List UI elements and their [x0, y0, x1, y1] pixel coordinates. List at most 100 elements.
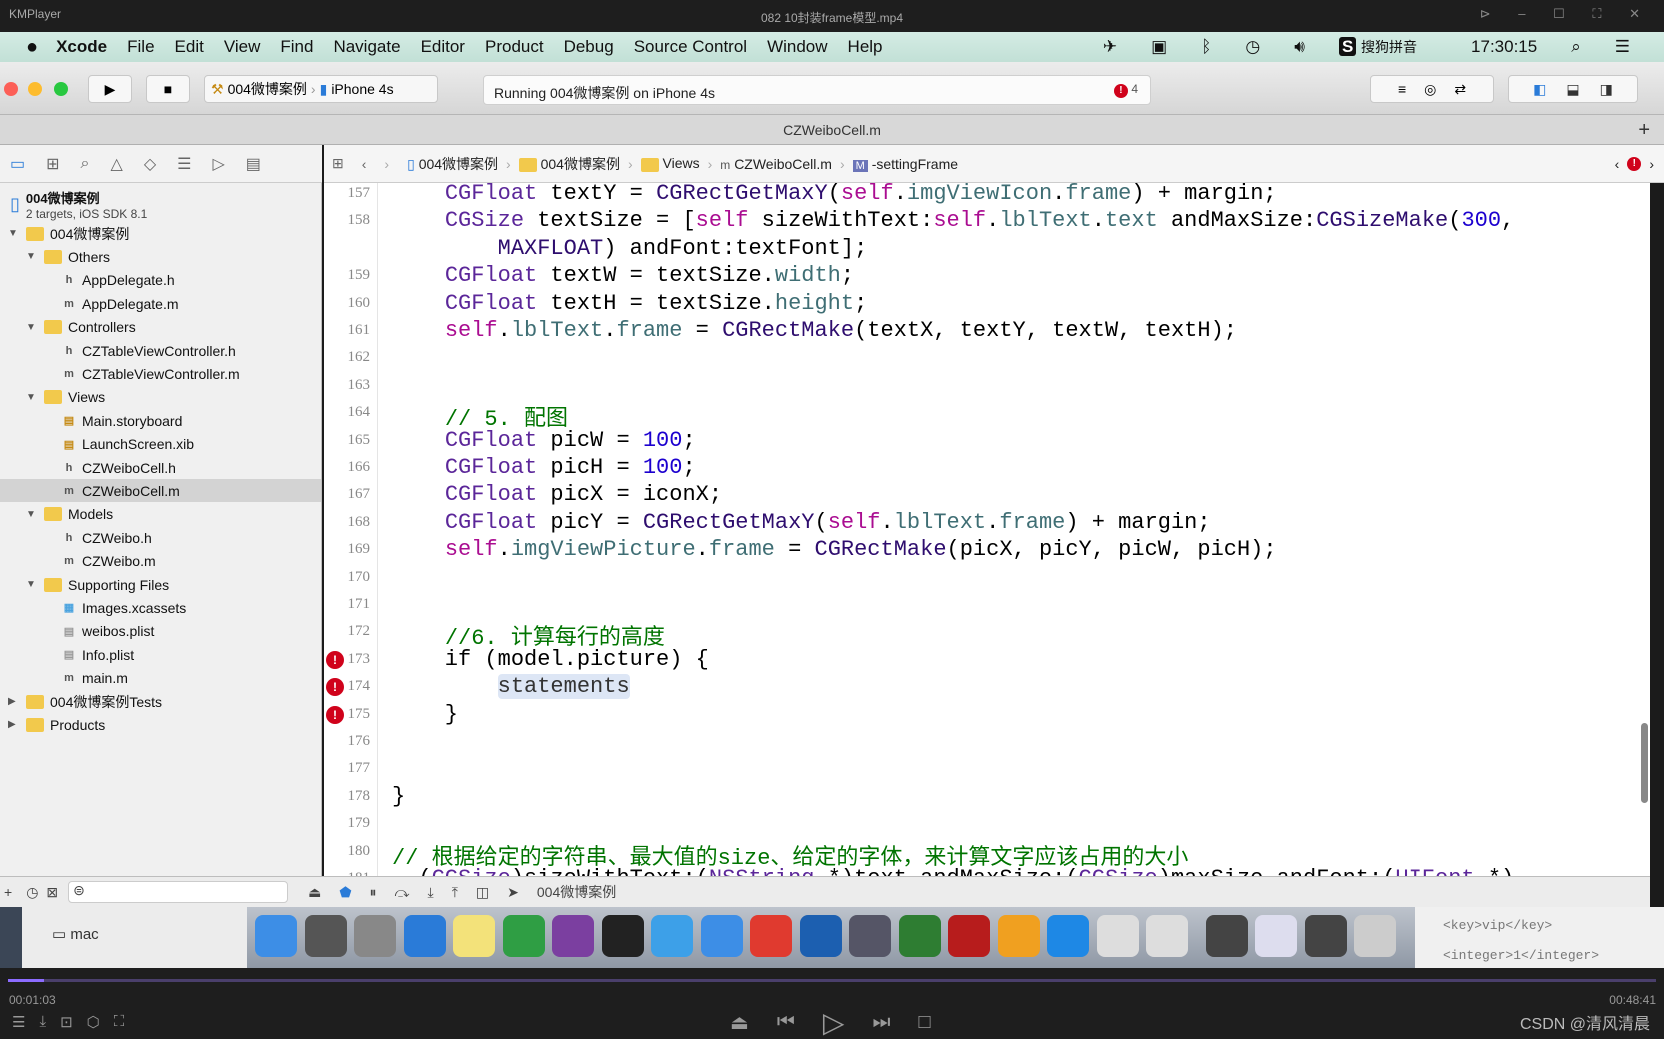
airplane-icon[interactable]: ✈ — [1103, 37, 1117, 57]
run-button[interactable]: ▶ — [88, 75, 132, 103]
monitor-a-dock-icon[interactable] — [1205, 915, 1248, 957]
simulate-location-icon[interactable]: ➤ — [507, 884, 519, 901]
code-line[interactable]: statements — [392, 674, 630, 700]
utilities-toggle-icon[interactable]: ◨ — [1600, 81, 1613, 98]
tree-item[interactable]: m AppDelegate.m — [44, 292, 178, 315]
play-icon[interactable]: ▷ — [823, 1006, 845, 1039]
disclosure-open-icon[interactable]: ▼ — [26, 579, 38, 590]
jump-group[interactable]: 004微博案例 — [518, 154, 620, 174]
preview-dock-icon[interactable] — [1255, 915, 1297, 957]
seek-bar[interactable] — [8, 979, 1656, 982]
standard-editor-icon[interactable]: ≡ — [1398, 81, 1406, 97]
tree-item[interactable]: ▼ 004微博案例 — [8, 222, 129, 245]
project-navigator-icon[interactable]: ▭ — [10, 154, 25, 174]
eject-icon[interactable]: ⏏ — [730, 1010, 749, 1035]
navigator-toggle-icon[interactable]: ◧ — [1533, 81, 1546, 98]
assistant-editor-icon[interactable]: ◎ — [1424, 81, 1436, 98]
launchpad-dock-icon[interactable] — [354, 915, 396, 957]
code-line[interactable]: self.imgViewPicture.frame = CGRectMake(p… — [392, 537, 1277, 562]
project-root[interactable]: ▯ 004微博案例 2 targets, iOS SDK 8.1 — [10, 186, 147, 222]
apple-icon[interactable]: ● — [26, 36, 38, 59]
add-tab-button[interactable]: + — [1638, 115, 1650, 145]
disclosure-closed-icon[interactable]: ▶ — [8, 719, 20, 730]
pages-dock-icon[interactable] — [997, 915, 1040, 957]
code-line[interactable]: if (model.picture) { — [392, 647, 709, 672]
stop-button[interactable]: ■ — [146, 75, 190, 103]
volume-icon[interactable]: 🔊︎ — [1294, 37, 1305, 57]
code-line[interactable]: CGFloat textH = textSize.height; — [392, 291, 867, 316]
back-button[interactable]: ‹ — [362, 156, 367, 172]
minimize-window-button[interactable] — [28, 82, 42, 96]
filter-field[interactable]: ⊜ — [68, 881, 289, 903]
tree-item[interactable]: m main.m — [44, 667, 128, 690]
playlist-icon[interactable]: ☰ — [12, 1013, 25, 1031]
recent-files-icon[interactable]: ◷ — [26, 884, 38, 901]
menu-file[interactable]: File — [127, 37, 154, 57]
step-out-icon[interactable]: ⤒ — [452, 884, 458, 901]
tree-item[interactable]: h CZWeiboCell.h — [44, 456, 176, 479]
menu-view[interactable]: View — [224, 37, 261, 57]
tree-item[interactable]: ▤ LaunchScreen.xib — [44, 433, 194, 456]
tree-item[interactable]: m CZWeibo.m — [44, 550, 156, 573]
folder-dock-icon[interactable] — [700, 915, 743, 957]
error-badge[interactable]: ! 4 — [1113, 82, 1138, 98]
onenote-dock-icon[interactable] — [552, 915, 594, 957]
disclosure-open-icon[interactable]: ▼ — [26, 322, 38, 333]
timemachine-icon[interactable]: ◷ — [1245, 37, 1260, 57]
xcode-dock-icon[interactable] — [651, 915, 693, 957]
terminal-dock-icon[interactable] — [601, 915, 644, 957]
filezilla-dock-icon[interactable] — [948, 915, 990, 957]
tree-item[interactable]: ▼ Others — [26, 245, 110, 268]
source-editor[interactable]: 157 158 159 160 161 162 163 164 165 166 167 168 169 1… — [324, 183, 1650, 876]
menu-find[interactable]: Find — [280, 37, 313, 57]
code-line[interactable]: CGFloat picY = CGRectGetMaxY(self.lblTex… — [392, 510, 1211, 535]
notification-list-icon[interactable]: ☰ — [1615, 37, 1630, 57]
error-marker-icon[interactable]: ! — [326, 650, 344, 669]
breakpoints-toggle-icon[interactable]: ⬟ — [339, 884, 351, 901]
menu-editor[interactable]: Editor — [421, 37, 465, 57]
tree-item[interactable]: ▼ Controllers — [26, 316, 136, 339]
tree-item[interactable]: ▤ Main.storyboard — [44, 409, 183, 432]
disclosure-open-icon[interactable]: ▼ — [26, 509, 38, 520]
screen-record-icon[interactable]: ▣ — [1151, 37, 1167, 57]
tree-item[interactable]: ▦ Images.xcassets — [44, 596, 186, 619]
code-line[interactable]: CGFloat picH = 100; — [392, 455, 696, 480]
tree-item[interactable]: ▼ Supporting Files — [26, 573, 169, 596]
bluetooth-icon[interactable]: ᛒ — [1201, 37, 1211, 57]
next-issue-button[interactable]: › — [1649, 156, 1654, 172]
menu-edit[interactable]: Edit — [175, 37, 204, 57]
code-line[interactable]: - (CGSize)sizeWithText:(NSString *)text … — [392, 866, 1514, 876]
monitor-b-dock-icon[interactable] — [1304, 915, 1347, 957]
spotlight-icon[interactable]: ⌕ — [1571, 37, 1581, 57]
code-line[interactable]: self.lblText.frame = CGRectMake(textX, t… — [392, 318, 1237, 343]
tree-item[interactable]: ▶ Products — [8, 713, 105, 736]
issue-navigator-icon[interactable]: △ — [111, 154, 123, 174]
menu-product[interactable]: Product — [485, 37, 544, 57]
pause-icon[interactable]: ⏸ — [370, 884, 377, 901]
disclosure-open-icon[interactable]: ▼ — [8, 228, 20, 239]
jump-file[interactable]: m CZWeiboCell.m — [720, 156, 832, 172]
close-window-button[interactable] — [4, 82, 18, 96]
code-line[interactable]: CGFloat picX = iconX; — [392, 482, 722, 507]
ftp-dock-icon[interactable] — [898, 915, 941, 957]
menu-xcode[interactable]: Xcode — [56, 37, 107, 57]
find-navigator-icon[interactable]: ⌕ — [81, 155, 90, 173]
finder-dock-icon[interactable] — [255, 915, 297, 957]
menu-debug[interactable]: Debug — [564, 37, 614, 57]
code-line[interactable]: } — [392, 702, 458, 727]
window-controls[interactable]: ⊳ – ☐ ⛶ ✕ — [1480, 6, 1652, 22]
menu-navigate[interactable]: Navigate — [333, 37, 400, 57]
fullscreen-icon[interactable]: ⛶ — [114, 1013, 125, 1031]
notes-dock-icon[interactable] — [453, 915, 495, 957]
safari-dock-icon[interactable] — [403, 915, 446, 957]
issue-icon[interactable]: ! — [1627, 156, 1642, 171]
input-method[interactable]: S 搜狗拼音 — [1338, 37, 1437, 57]
breakpoint-navigator-icon[interactable]: ▷ — [212, 154, 224, 174]
forward-button[interactable]: › — [384, 156, 389, 172]
editor-scrollbar[interactable] — [1641, 723, 1648, 803]
code-line[interactable]: CGFloat textY = CGRectGetMaxY(self.imgVi… — [392, 183, 1277, 206]
tree-item[interactable]: ▤ weibos.plist — [44, 620, 155, 643]
tree-item[interactable]: ▼ Views — [26, 386, 105, 409]
finder-sidebar-mac[interactable]: ▭ mac — [52, 925, 99, 943]
scheme-selector[interactable]: ⚒ 004微博案例 › ▮ iPhone 4s — [204, 75, 438, 103]
